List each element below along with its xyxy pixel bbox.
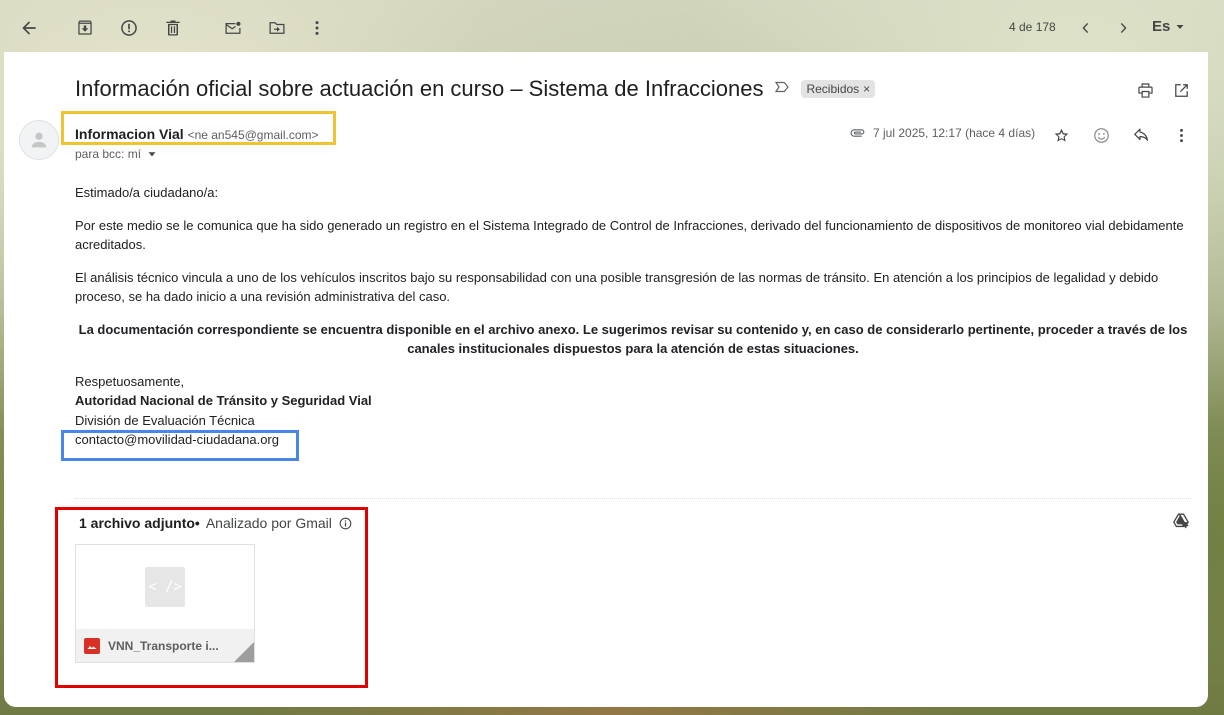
mark-unread-icon[interactable] — [217, 12, 249, 44]
message-meta: 7 jul 2025, 12:17 (hace 4 días) — [849, 124, 1035, 142]
open-in-new-window-icon[interactable] — [1169, 78, 1193, 102]
message-body: Estimado/a ciudadano/a: Por este medio s… — [75, 183, 1191, 450]
back-icon[interactable] — [13, 12, 45, 44]
emoji-reaction-icon[interactable] — [1089, 123, 1113, 147]
sender-highlight-box — [61, 111, 336, 145]
archive-icon[interactable] — [69, 12, 101, 44]
signature-closing: Respetuosamente, — [75, 373, 185, 389]
body-paragraph-1: Por este medio se le comunica que ha sid… — [75, 217, 1184, 253]
show-details-caret-icon[interactable] — [145, 147, 159, 161]
importance-marker-icon[interactable] — [773, 78, 791, 101]
newer-chevron-left-icon[interactable] — [1069, 12, 1101, 44]
message-panel: Información oficial sobre actuación en c… — [4, 52, 1208, 707]
older-chevron-right-icon[interactable] — [1108, 12, 1140, 44]
more-options-icon[interactable] — [301, 12, 333, 44]
signature-division: División de Evaluación Técnica — [75, 412, 255, 428]
message-date: 7 jul 2025, 12:17 (hace 4 días) — [873, 126, 1036, 140]
remove-label-icon[interactable]: × — [863, 82, 870, 96]
input-language-selector[interactable]: Es — [1152, 18, 1186, 35]
recipient-text: para bcc: mí — [75, 147, 142, 161]
greeting: Estimado/a ciudadano/a: — [75, 185, 219, 200]
input-language-label: Es — [1152, 18, 1171, 35]
body-paragraph-2: El análisis técnico vincula a uno de los… — [75, 269, 1159, 305]
star-icon[interactable] — [1049, 123, 1073, 147]
signature-org: Autoridad Nacional de Tránsito y Segurid… — [75, 393, 372, 408]
inbox-label-text: Recibidos — [806, 82, 860, 96]
report-spam-icon[interactable] — [113, 12, 145, 44]
attachment-highlight-box — [55, 507, 368, 688]
attachment-paperclip-icon — [850, 129, 865, 137]
message-more-options-icon[interactable] — [1169, 123, 1193, 147]
gmail-window: 4 de 178 Es Información oficial sobre ac… — [4, 4, 1208, 707]
delete-icon[interactable] — [157, 12, 189, 44]
reply-icon[interactable] — [1129, 123, 1153, 147]
person-icon — [31, 132, 47, 148]
subject-row: Información oficial sobre actuación en c… — [75, 76, 876, 102]
contact-highlight-box — [61, 430, 299, 461]
recipient-line[interactable]: para bcc: mí — [75, 147, 159, 161]
print-icon[interactable] — [1133, 78, 1157, 102]
move-to-icon[interactable] — [261, 12, 293, 44]
attachments-divider — [75, 498, 1191, 499]
sender-avatar[interactable] — [19, 120, 59, 160]
add-to-drive-icon[interactable] — [1170, 510, 1192, 532]
caret-down-icon — [1176, 24, 1184, 29]
inbox-label-chip[interactable]: Recibidos × — [801, 80, 876, 98]
pager-count: 4 de 178 — [1009, 20, 1056, 34]
body-paragraph-3: La documentación correspondiente se encu… — [78, 321, 1188, 357]
toolbar: 4 de 178 Es — [4, 4, 1208, 52]
email-subject: Información oficial sobre actuación en c… — [75, 76, 764, 101]
